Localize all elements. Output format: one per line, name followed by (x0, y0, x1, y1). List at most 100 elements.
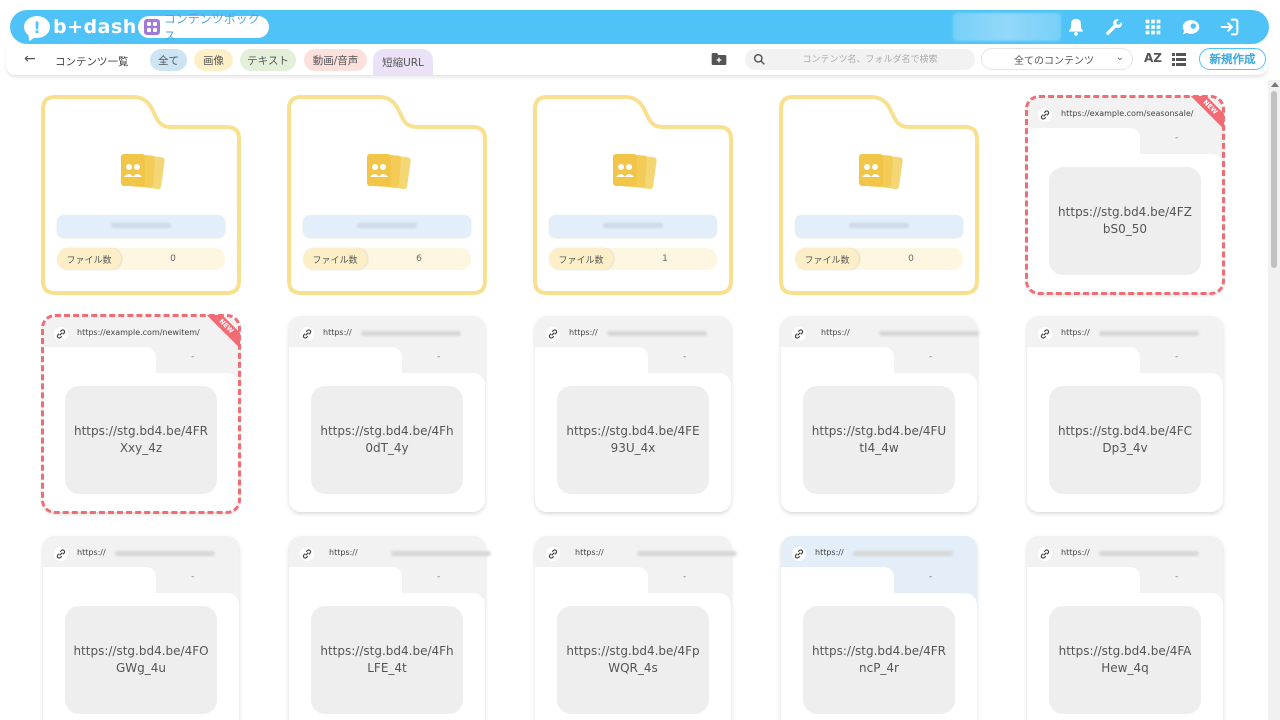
card-meta-dash: - (929, 352, 933, 362)
filter-tab-all[interactable]: 全て (150, 49, 187, 71)
source-url: https:// (575, 548, 604, 557)
card-meta-dash: - (1175, 572, 1179, 582)
source-url: https:// (323, 328, 352, 337)
file-count-value: 0 (170, 254, 176, 264)
short-url-card[interactable]: https:// - https://stg.bd4.be/4FUtI4_4w (779, 314, 979, 514)
wrench-icon[interactable] (1103, 16, 1125, 38)
card-meta-dash: - (1175, 352, 1179, 362)
scrollbar-thumb[interactable] (1271, 91, 1277, 268)
filter-tab-short-url[interactable]: 短縮URL (373, 49, 433, 76)
logo-text: b+dash (53, 16, 137, 38)
source-url-blurred (637, 551, 737, 556)
filter-tab-video-audio[interactable]: 動画/音声 (304, 49, 367, 71)
sub-toolbar: ← コンテンツ一覧 全て 画像 テキスト 動画/音声 短縮URL 全てのコンテン… (6, 46, 1268, 76)
source-url-blurred (607, 331, 707, 336)
file-count-label: ファイル数 (57, 248, 121, 270)
source-url: https:// (821, 328, 850, 337)
card-meta-dash: - (191, 572, 195, 582)
link-icon (1038, 547, 1052, 561)
folder-name (549, 215, 717, 237)
support-chat-icon[interactable] (1180, 16, 1202, 38)
card-meta-dash: - (1175, 133, 1179, 143)
short-url-text: https://stg.bd4.be/4FRXxy_4z (65, 386, 217, 494)
short-url-text: https://stg.bd4.be/4FhLFE_4t (311, 606, 463, 714)
folder-group-icon (121, 154, 165, 190)
source-url-blurred (361, 331, 461, 336)
short-url-card[interactable]: https:// - https://stg.bd4.be/4FAHew_4q (1025, 534, 1225, 720)
file-count-value: 6 (416, 254, 422, 264)
page-title: コンテンツ一覧 (55, 56, 129, 68)
link-icon (300, 327, 314, 341)
user-name-blurred[interactable] (953, 13, 1061, 41)
sort-az-icon[interactable]: AZ (1144, 51, 1162, 65)
source-url-blurred (879, 331, 979, 336)
file-count: ファイル数 0 (795, 248, 963, 270)
folder-card[interactable]: ファイル数 1 (533, 95, 733, 295)
file-count-value: 0 (908, 254, 914, 264)
filter-tab-text[interactable]: テキスト (240, 49, 296, 71)
link-icon (1038, 327, 1052, 341)
card-meta-dash: - (683, 352, 687, 362)
short-url-card[interactable]: https:// - https://stg.bd4.be/4FOGWg_4u (41, 534, 241, 720)
link-icon (54, 547, 68, 561)
short-url-text: https://stg.bd4.be/4FpWQR_4s (557, 606, 709, 714)
folder-card[interactable]: ファイル数 0 (41, 95, 241, 295)
search-box (745, 49, 975, 70)
link-icon (1038, 108, 1052, 122)
scroll-up-arrow-icon[interactable] (1271, 82, 1279, 87)
file-count-label: ファイル数 (303, 248, 367, 270)
short-url-card[interactable]: https:// - https://stg.bd4.be/4FpWQR_4s (533, 534, 737, 720)
folder-name (57, 215, 225, 237)
top-bar: ! b+dash コンテンツボックス (10, 10, 1269, 44)
link-icon (300, 547, 314, 561)
source-url: https:// (1061, 548, 1090, 557)
folder-card[interactable]: ファイル数 0 (779, 95, 979, 295)
source-url-blurred (1099, 551, 1199, 556)
short-url-card[interactable]: https:// - https://stg.bd4.be/4FCDp3_4v (1025, 314, 1225, 514)
apps-grid-icon[interactable] (1142, 16, 1164, 38)
file-count: ファイル数 0 (57, 248, 225, 270)
link-icon (546, 547, 560, 561)
list-view-icon[interactable] (1172, 53, 1186, 66)
card-meta-dash: - (437, 572, 441, 582)
filter-tab-image[interactable]: 画像 (194, 49, 233, 71)
short-url-text: https://stg.bd4.be/4FZbS0_50 (1049, 167, 1201, 275)
short-url-text: https://stg.bd4.be/4Fh0dT_4y (311, 386, 463, 494)
logo-bubble-icon: ! (24, 16, 50, 38)
source-url: https:// (815, 548, 844, 557)
card-meta-dash: - (437, 352, 441, 362)
folder-group-icon (859, 154, 903, 190)
bell-icon[interactable] (1065, 16, 1087, 38)
short-url-text: https://stg.bd4.be/4FE93U_4x (557, 386, 709, 494)
folder-name (303, 215, 471, 237)
search-input[interactable] (775, 50, 965, 69)
file-count: ファイル数 1 (549, 248, 717, 270)
short-url-card[interactable]: https:// - https://stg.bd4.be/4Fh0dT_4y (287, 314, 487, 514)
link-icon (546, 327, 560, 341)
content-type-select[interactable]: 全てのコンテンツ ⌄ (981, 48, 1133, 70)
source-url-blurred (115, 551, 215, 556)
short-url-card[interactable]: https:// - https://stg.bd4.be/4FRncP_4r (779, 534, 979, 720)
short-url-card[interactable]: https://example.com/newitem/ - https://s… (41, 314, 241, 514)
back-arrow-icon[interactable]: ← (24, 51, 36, 67)
short-url-card[interactable]: https:// - https://stg.bd4.be/4FE93U_4x (533, 314, 733, 514)
new-badge: NEW (206, 315, 240, 349)
folder-card[interactable]: ファイル数 6 (287, 95, 487, 295)
logout-icon[interactable] (1219, 16, 1241, 38)
folder-group-icon (613, 154, 657, 190)
source-url-blurred (1099, 331, 1199, 336)
source-url: https:// (77, 548, 106, 557)
content-box-button[interactable]: コンテンツボックス (138, 12, 269, 43)
add-folder-icon[interactable] (711, 52, 727, 66)
source-url: https:// (1061, 328, 1090, 337)
content-box-label: コンテンツボックス (163, 12, 260, 43)
short-url-card[interactable]: https://example.com/seasonsale/ - https:… (1025, 95, 1225, 295)
short-url-card[interactable]: https:// - https://stg.bd4.be/4FhLFE_4t (287, 534, 491, 720)
create-new-button[interactable]: 新規作成 (1199, 48, 1266, 70)
search-icon (753, 53, 765, 65)
logo[interactable]: ! b+dash (24, 15, 137, 39)
short-url-text: https://stg.bd4.be/4FAHew_4q (1049, 606, 1201, 714)
source-url: https:// (329, 548, 358, 557)
source-url: https:// (569, 328, 598, 337)
card-meta-dash: - (929, 572, 933, 582)
